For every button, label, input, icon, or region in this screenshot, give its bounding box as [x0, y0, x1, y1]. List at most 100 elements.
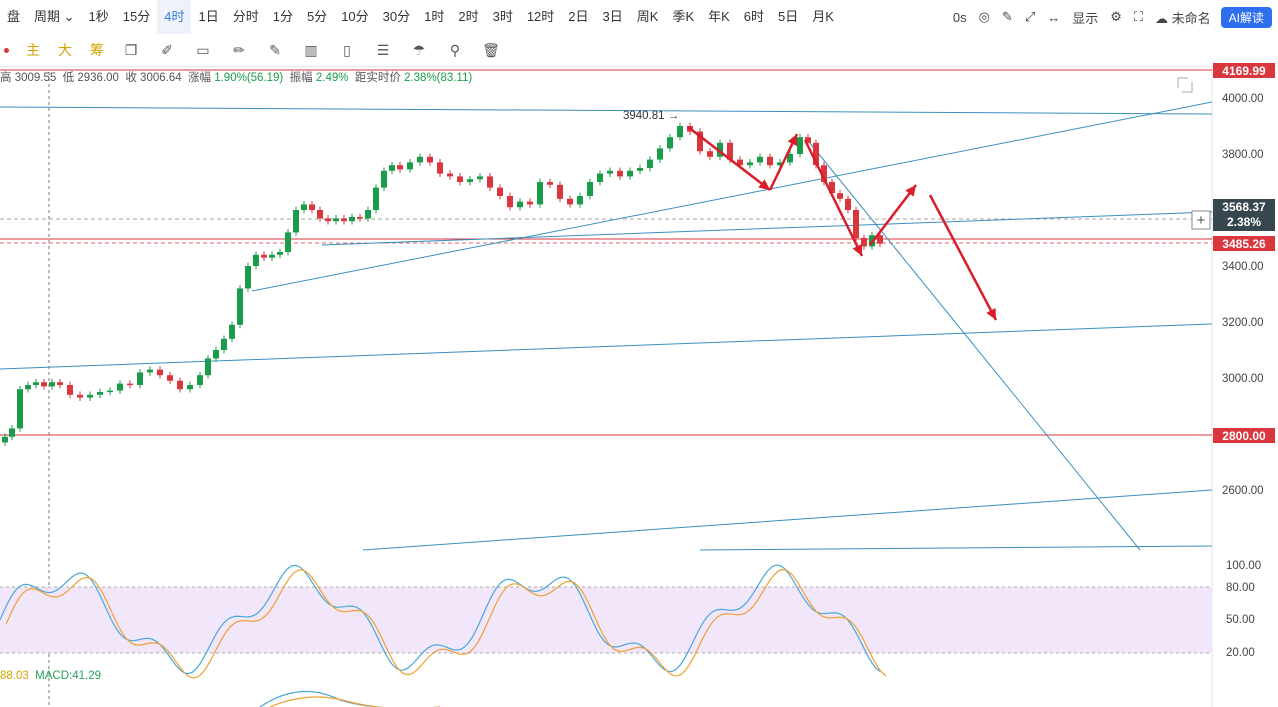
candle-body	[117, 383, 123, 391]
candle-body	[477, 176, 483, 180]
candle-body	[797, 137, 803, 154]
candle-body	[2, 436, 8, 443]
candle-body	[333, 218, 339, 222]
candle-body	[349, 217, 355, 222]
candle-body	[213, 350, 219, 359]
kdj-tick-label: 80.00	[1226, 582, 1255, 594]
candle-body	[487, 176, 493, 188]
macd-readout: 88.03 MACD:41.29	[0, 670, 102, 682]
kdj-tick-label: 20.00	[1226, 647, 1255, 659]
price-tag-text-0: 4169.99	[1222, 64, 1266, 78]
price-tick-label: 2600.00	[1222, 485, 1264, 497]
candle-body	[127, 383, 133, 386]
candle-body	[77, 394, 83, 398]
candle-body	[341, 218, 347, 222]
candle-body	[457, 176, 463, 182]
kdj-tick-label: 100.00	[1226, 560, 1261, 572]
candle-body	[627, 170, 633, 177]
candle-body	[557, 184, 563, 199]
candle-body	[245, 266, 251, 289]
candle-body	[397, 165, 403, 170]
candle-body	[9, 428, 15, 437]
candle-body	[229, 324, 235, 339]
candle-body	[25, 385, 31, 390]
candle-body	[497, 187, 503, 196]
candle-body	[309, 204, 315, 210]
candle-body	[293, 210, 299, 233]
candle-body	[547, 182, 553, 185]
candle-body	[447, 173, 453, 177]
candle-body	[17, 389, 23, 429]
candle-body	[187, 385, 193, 390]
candle-body	[107, 390, 113, 393]
candle-body	[253, 254, 259, 266]
candle-body	[269, 254, 275, 258]
candle-body	[41, 382, 47, 387]
candle-body	[587, 182, 593, 196]
candle-body	[757, 156, 763, 163]
candle-body	[285, 232, 291, 252]
candle-body	[537, 182, 543, 205]
kline-chart[interactable]: 4000.00 3800.00 3400.00 3200.00 3000.00 2600.…	[0, 0, 1278, 707]
candle-body	[301, 204, 307, 210]
candle-body	[49, 382, 55, 387]
candle-body	[317, 210, 323, 219]
trendline-mid	[321, 211, 1213, 246]
candle-body	[407, 162, 413, 170]
macd-dea-line	[269, 696, 440, 707]
candle-body	[167, 375, 173, 381]
candle-body	[197, 375, 203, 385]
candle-body	[437, 162, 443, 174]
trendline-top	[0, 106, 1213, 115]
candle-body	[657, 148, 663, 160]
candle-body	[747, 162, 753, 166]
kdj-tick-label: 50.00	[1226, 614, 1255, 626]
candle-body	[707, 151, 713, 157]
candle-body	[577, 196, 583, 205]
plus-icon: +	[1197, 212, 1206, 229]
candle-body	[67, 385, 73, 395]
candle-body	[261, 254, 267, 258]
candle-body	[221, 338, 227, 350]
arrow-up-2	[869, 184, 917, 246]
candle-body	[667, 137, 673, 149]
price-tick-label: 3000.00	[1222, 373, 1264, 385]
candle-body	[507, 196, 513, 208]
candle-body	[617, 170, 623, 177]
arrow-down-3	[928, 194, 998, 321]
candle-body	[607, 170, 613, 174]
candle-body	[853, 210, 859, 238]
candle-body	[147, 369, 153, 373]
price-tag-text-2: 3485.26	[1222, 237, 1266, 251]
candle-body	[177, 380, 183, 390]
candle-body	[137, 372, 143, 385]
candle-body	[597, 173, 603, 182]
candle-body	[467, 179, 473, 182]
trendline-flat-bottom	[699, 545, 1213, 551]
trendline-bottom	[362, 489, 1213, 551]
price-tag-text-3: 2800.00	[1222, 429, 1266, 443]
price-tag-text-1: 3568.37	[1222, 200, 1266, 214]
high-marker-label: 3940.81 →	[623, 110, 679, 122]
candle-body	[381, 170, 387, 188]
candle-body	[637, 168, 643, 171]
candle-body	[417, 156, 423, 163]
candle-body	[57, 382, 63, 385]
price-tick-label: 4000.00	[1222, 93, 1264, 105]
price-tag-sub-1: 2.38%	[1227, 215, 1261, 229]
candle-body	[157, 369, 163, 376]
candle-body	[427, 156, 433, 163]
candle-body	[837, 193, 843, 199]
expand-icon[interactable]	[1177, 77, 1193, 93]
candle-body	[237, 288, 243, 325]
candle-body	[389, 165, 395, 171]
candle-body	[373, 187, 379, 210]
candle-body	[33, 382, 39, 385]
candle-body	[277, 252, 283, 255]
candle-body	[87, 394, 93, 398]
candle-body	[517, 201, 523, 208]
candle-body	[365, 210, 371, 219]
candle-body	[97, 392, 103, 395]
price-tick-label: 3400.00	[1222, 261, 1264, 273]
candle-body	[325, 218, 331, 222]
